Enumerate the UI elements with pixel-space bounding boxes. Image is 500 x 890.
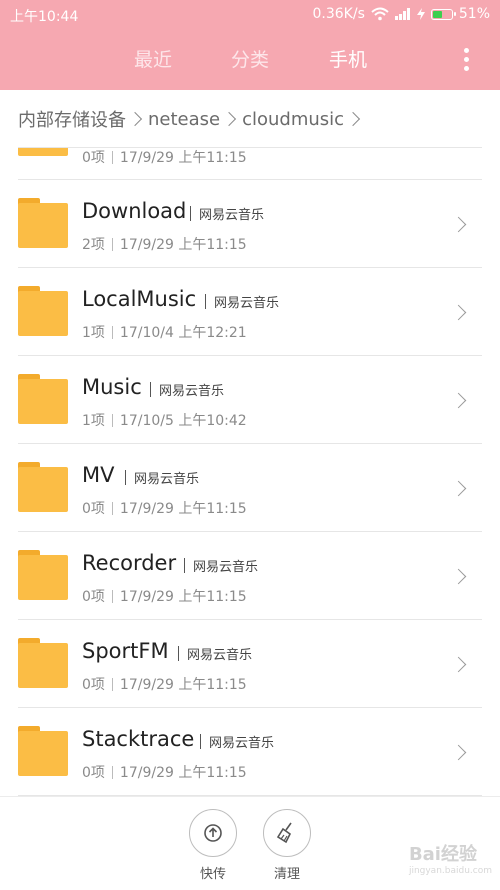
chevron-right-icon (450, 568, 467, 585)
item-meta: 2项 17/9/29 上午11:15 (82, 237, 247, 253)
list-item[interactable]: Stacktrace 网易云音乐 0项 17/9/29 上午11:15 (0, 708, 500, 796)
folder-tag: 网易云音乐 (205, 292, 279, 311)
item-meta: 0项 17/9/29 上午11:15 (82, 501, 247, 517)
folder-tag: 网易云音乐 (150, 380, 224, 399)
breadcrumb: 内部存储设备 netease cloudmusic (18, 106, 366, 132)
folder-name: Download (82, 199, 187, 223)
folder-tag: 网易云音乐 (178, 644, 252, 663)
chevron-right-icon (450, 216, 467, 233)
folder-name: Stacktrace (82, 727, 195, 751)
folder-icon (18, 462, 68, 512)
folder-icon (18, 148, 68, 156)
folder-name: LocalMusic (82, 287, 197, 311)
battery-percent: 51% (458, 6, 490, 22)
list-item[interactable]: Recorder 网易云音乐 0项 17/9/29 上午11:15 (0, 532, 500, 620)
list-item[interactable]: MV 网易云音乐 0项 17/9/29 上午11:15 (0, 444, 500, 532)
folder-tag: 网易云音乐 (125, 468, 199, 487)
chevron-right-icon (450, 392, 467, 409)
battery-icon (430, 8, 456, 20)
network-speed: 0.36K/s (312, 6, 365, 22)
app-header: 上午10:44 0.36K/s 51% 最近 分类 手机 (0, 0, 500, 90)
chevron-right-icon (346, 111, 361, 127)
folder-icon (18, 550, 68, 600)
chevron-right-icon (450, 304, 467, 321)
folder-icon (18, 198, 68, 248)
folder-name: SportFM (82, 639, 169, 663)
folder-icon (18, 638, 68, 688)
signal-icon (394, 8, 410, 20)
item-meta: 0项 17/9/29 上午11:15 (82, 677, 247, 693)
folder-icon (18, 286, 68, 336)
item-meta: 1项 17/10/5 上午10:42 (82, 413, 247, 429)
charging-icon (416, 8, 425, 20)
chevron-right-icon (450, 744, 467, 761)
upload-icon (204, 824, 222, 842)
wifi-icon (371, 7, 389, 21)
breadcrumb-item-netease[interactable]: netease (148, 109, 220, 130)
tab-bar: 最近 分类 手机 (0, 45, 500, 75)
list-item[interactable]: Music 网易云音乐 1项 17/10/5 上午10:42 (0, 356, 500, 444)
chevron-right-icon (222, 111, 237, 127)
item-meta: 0项 17/9/29 上午11:15 (82, 589, 247, 605)
share-button[interactable] (189, 809, 237, 857)
folder-icon (18, 726, 68, 776)
folder-icon (18, 374, 68, 424)
tab-phone[interactable]: 手机 (329, 45, 367, 72)
more-menu-icon[interactable] (464, 48, 470, 72)
watermark-logo: Bai经验 jingyan.baidu.com (408, 844, 492, 876)
item-meta: 1项 17/10/4 上午12:21 (82, 325, 247, 341)
tab-category[interactable]: 分类 (231, 45, 269, 72)
chevron-right-icon (450, 656, 467, 673)
status-time: 上午10:44 (10, 9, 79, 25)
list-item[interactable]: 0项 17/9/29 上午11:15 (0, 148, 500, 180)
folder-name: MV (82, 463, 115, 487)
chevron-right-icon (450, 480, 467, 497)
item-meta: 0项 17/9/29 上午11:15 (82, 150, 247, 166)
folder-tag: 网易云音乐 (200, 732, 274, 751)
breadcrumb-item-cloudmusic[interactable]: cloudmusic (242, 109, 344, 130)
status-right: 0.36K/s 51% (313, 6, 491, 22)
item-meta: 0项 17/9/29 上午11:15 (82, 765, 247, 781)
folder-tag: 网易云音乐 (184, 556, 258, 575)
breadcrumb-item-storage[interactable]: 内部存储设备 (18, 106, 126, 132)
folder-name: Music (82, 375, 142, 399)
list-item[interactable]: LocalMusic 网易云音乐 1项 17/10/4 上午12:21 (0, 268, 500, 356)
chevron-right-icon (127, 111, 143, 127)
clean-label: 清理 (273, 867, 300, 882)
status-bar: 上午10:44 0.36K/s 51% (0, 0, 500, 30)
tab-recent[interactable]: 最近 (134, 45, 172, 72)
folder-name: Recorder (82, 551, 177, 575)
clean-button[interactable] (263, 809, 311, 857)
list-item[interactable]: SportFM 网易云音乐 0项 17/9/29 上午11:15 (0, 620, 500, 708)
folder-tag: 网易云音乐 (190, 204, 264, 223)
list-item[interactable]: Download 网易云音乐 2项 17/9/29 上午11:15 (0, 180, 500, 268)
file-list: 0项 17/9/29 上午11:15 Download 网易云音乐 2项 17/9/… (0, 148, 500, 796)
share-label: 快传 (199, 867, 226, 882)
broom-icon (276, 822, 292, 844)
